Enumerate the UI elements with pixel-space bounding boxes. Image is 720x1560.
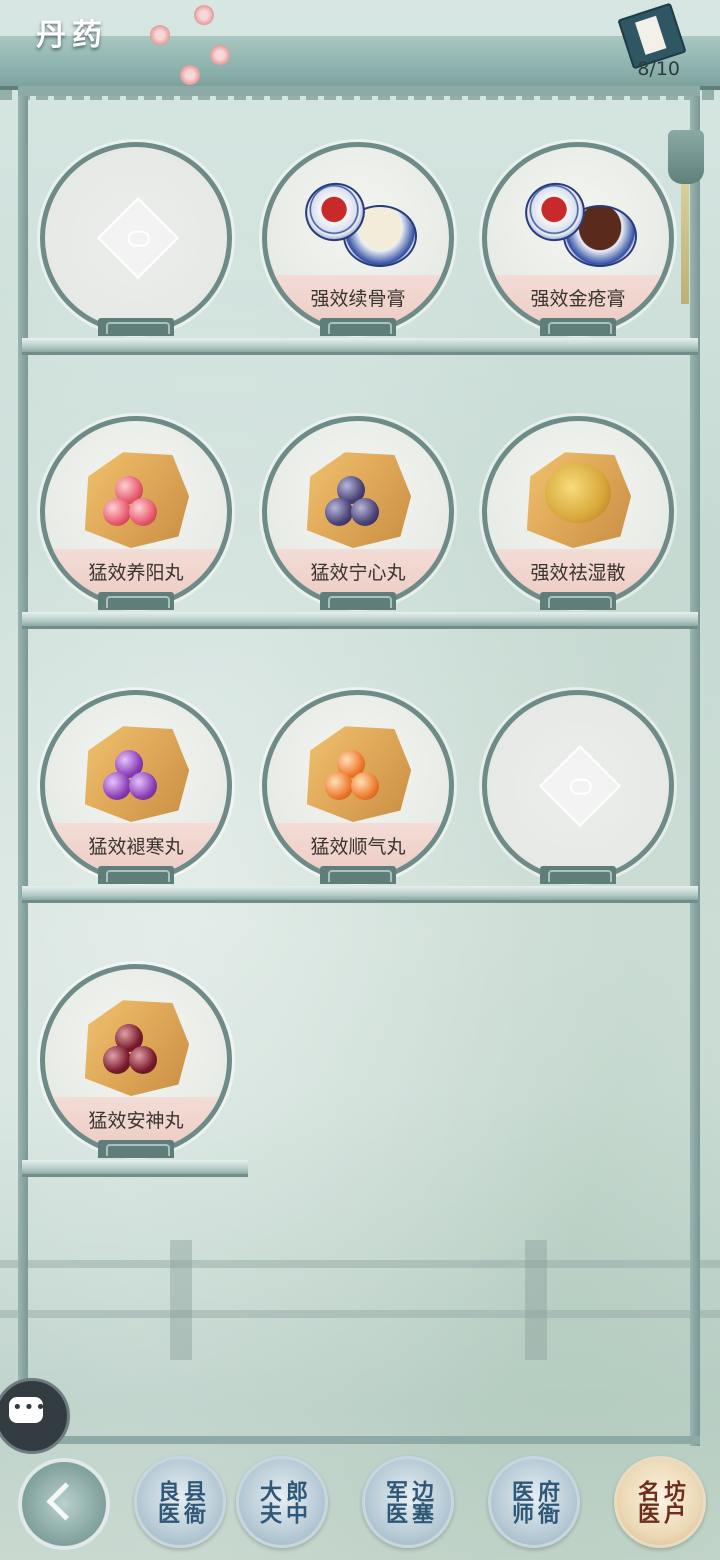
medicine-name: 猛效安神丸 [88,1110,184,1132]
item-stand [98,592,174,610]
nav-tab-3[interactable]: 边塞 军医 [362,1456,454,1548]
lock-icon [96,196,180,280]
shelf-board-2 [22,612,698,629]
medicine-name: 猛效褪寒丸 [88,836,184,858]
collection-count: 8/10 [637,58,680,80]
nav-tab-5[interactable]: 坊户 名医 [614,1456,706,1548]
nav-tab-label: 坊户 名医 [634,1480,686,1524]
nav-tab-1[interactable]: 县衙 良医 [134,1456,226,1548]
nav-tab-4[interactable]: 府衙 医师 [488,1456,580,1548]
item-stand [98,318,174,336]
medicine-item[interactable]: 猛效养阳丸 [40,416,232,610]
pills-icon [103,750,171,806]
nav-tab-2[interactable]: 郎中 大夫 [236,1456,328,1548]
medicine-name: 猛效顺气丸 [310,836,406,858]
powder-icon [545,463,611,523]
medicine-item[interactable]: 强效祛湿散 [482,416,674,610]
pills-icon [325,476,393,532]
page-title: 丹药 [36,18,108,53]
item-stand [98,1140,174,1158]
blossom-decoration [150,5,250,95]
medicine-item[interactable]: 猛效安神丸 [40,964,232,1158]
medicine-item[interactable]: 强效续骨膏 [262,142,454,336]
nav-tab-label: 县衙 良医 [154,1480,206,1524]
medicine-name: 强效金疮膏 [530,288,626,310]
medicine-item[interactable]: 强效金疮膏 [482,142,674,336]
item-stand [320,318,396,336]
locked-slot[interactable] [482,690,674,884]
item-stand [320,592,396,610]
back-button[interactable] [18,1458,110,1550]
shelf-post-right [690,86,700,1446]
medicine-name: 猛效养阳丸 [88,562,184,584]
tassel-decoration [681,184,689,304]
medicine-item[interactable]: 猛效宁心丸 [262,416,454,610]
shelf-board-1 [22,338,698,355]
shelf-roof [0,36,720,100]
item-stand [540,318,616,336]
shelf-bottom-beam [18,1436,700,1444]
medicine-name: 猛效宁心丸 [310,562,406,584]
ointment-jar-icon [296,174,417,267]
item-disc [482,690,674,882]
item-stand [540,592,616,610]
ointment-jar-icon [516,174,637,267]
nav-tab-label: 府衙 医师 [508,1480,560,1524]
item-disc [40,142,232,334]
medicine-item[interactable]: 猛效顺气丸 [262,690,454,884]
item-stand [540,866,616,884]
item-stand [320,866,396,884]
lock-icon [538,744,622,828]
pills-icon [325,750,393,806]
medicine-item[interactable]: 猛效褪寒丸 [40,690,232,884]
locked-slot[interactable] [40,142,232,336]
medicine-name: 强效祛湿散 [530,562,626,584]
item-stand [98,866,174,884]
medicine-name: 强效续骨膏 [310,288,406,310]
shelf-board-3 [22,886,698,903]
shelf-board-4 [22,1160,248,1177]
shelf-top-beam [18,86,700,96]
shelf-post-left [18,86,28,1446]
nav-tab-label: 郎中 大夫 [256,1480,308,1524]
background-railing [0,1240,720,1360]
nav-tab-label: 边塞 军医 [382,1480,434,1524]
pills-icon [103,1024,171,1080]
pills-icon [103,476,171,532]
